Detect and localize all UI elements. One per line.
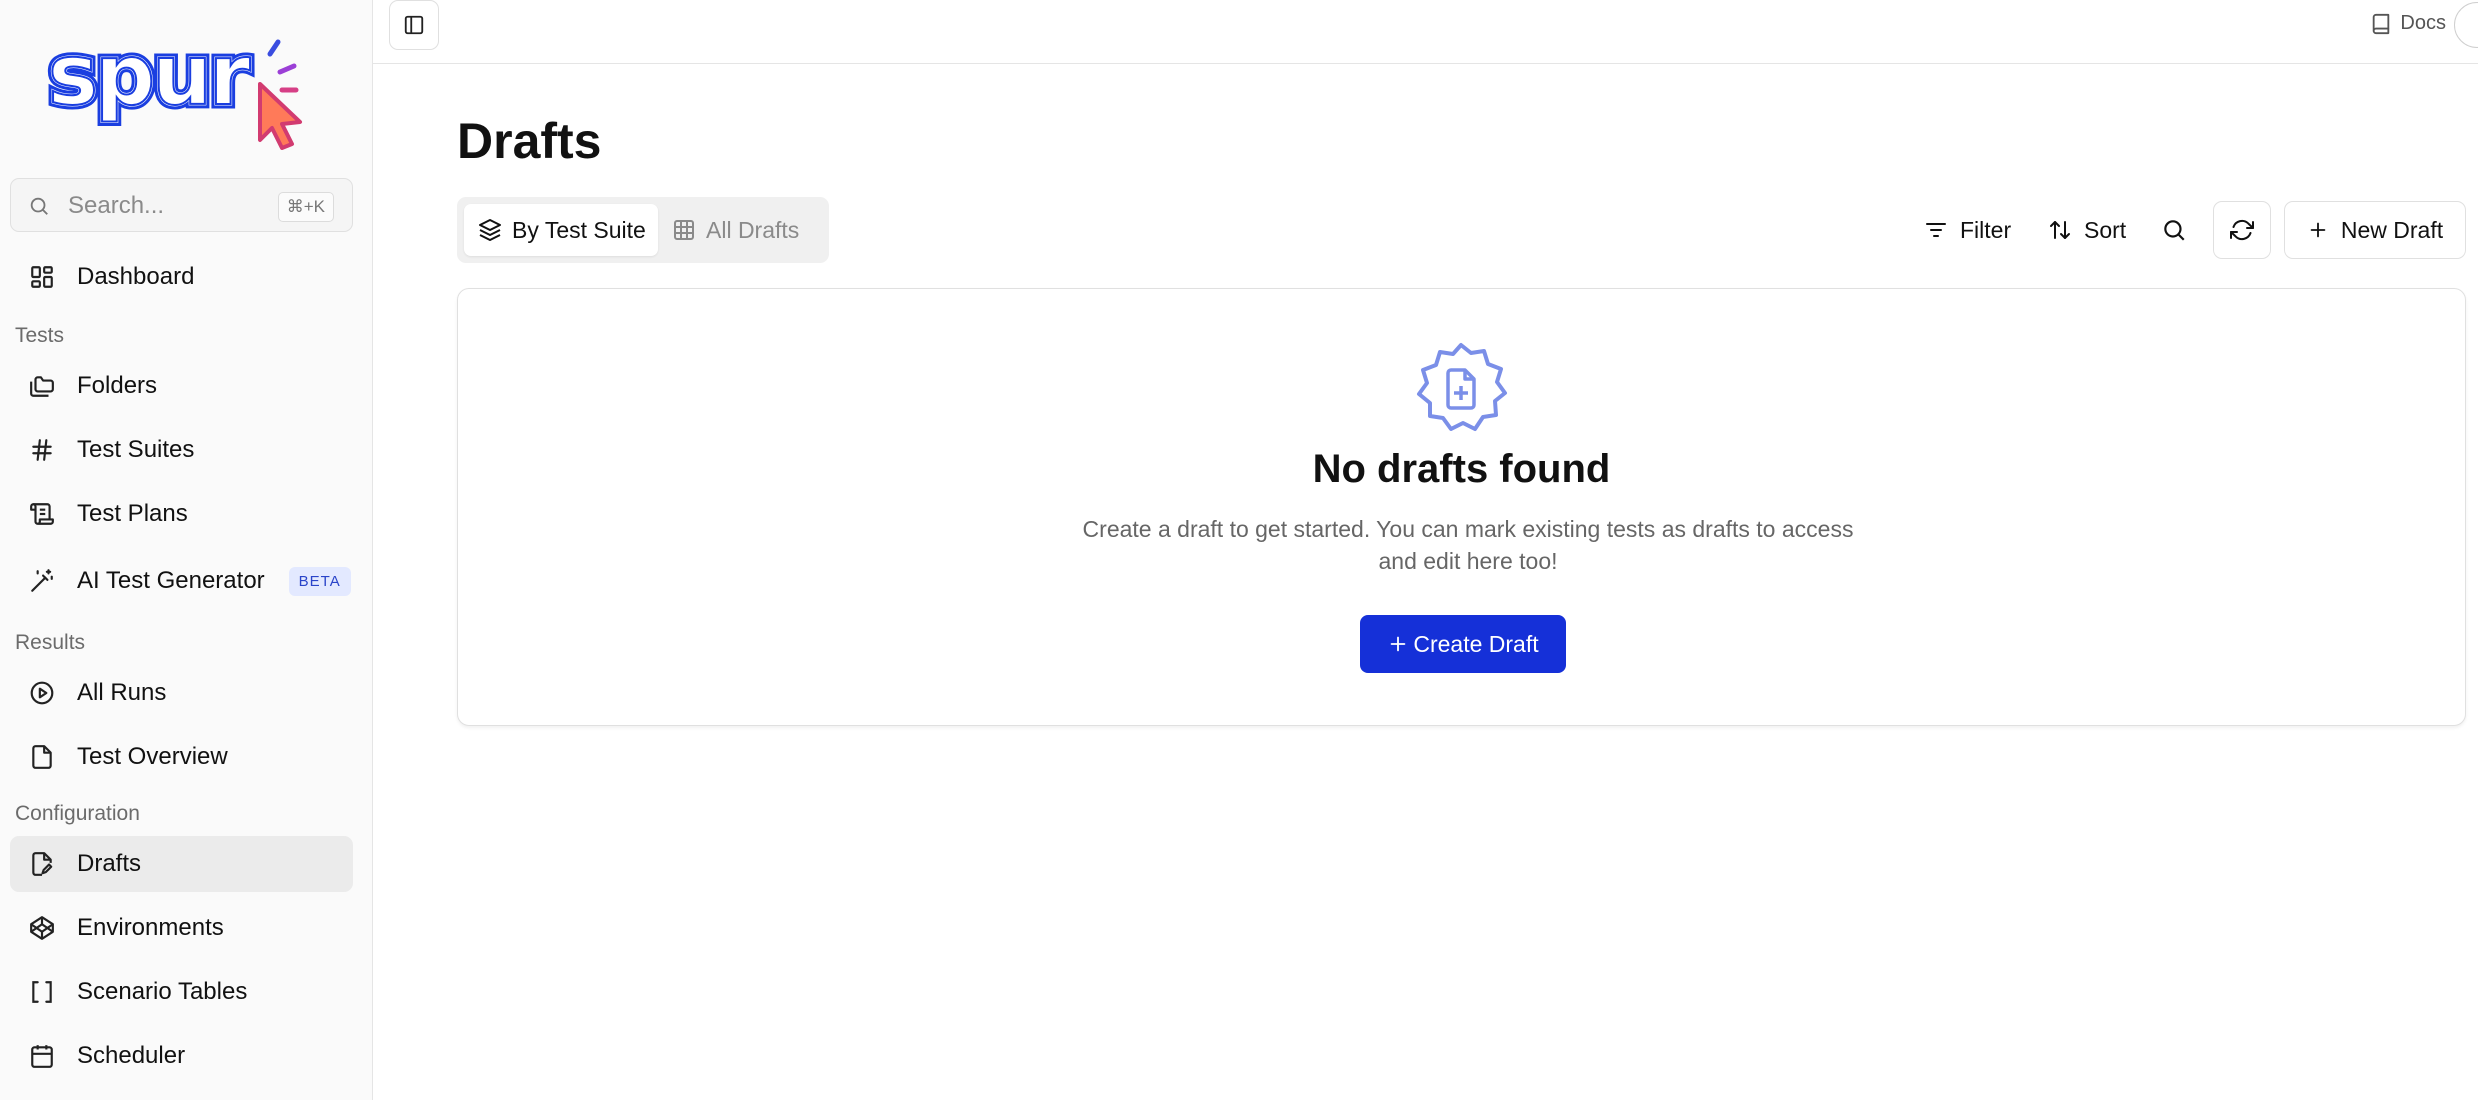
hash-icon xyxy=(29,437,55,463)
sidebar-item-ai-test-generator[interactable]: AI Test Generator BETA xyxy=(10,553,353,609)
search-icon xyxy=(28,195,50,217)
play-circle-icon xyxy=(29,680,55,706)
refresh-button[interactable] xyxy=(2213,201,2271,259)
brackets-icon xyxy=(29,979,55,1005)
sidebar-item-all-runs[interactable]: All Runs xyxy=(10,665,353,721)
sidebar-item-label: Test Suites xyxy=(77,436,195,463)
sidebar-item-label: All Runs xyxy=(77,679,167,706)
section-heading-configuration: Configuration xyxy=(15,802,140,825)
new-draft-label: New Draft xyxy=(2340,216,2444,243)
sidebar-item-test-plans[interactable]: Test Plans xyxy=(10,486,353,542)
tab-all-drafts[interactable]: All Drafts xyxy=(672,204,822,256)
sidebar-item-label: AI Test Generator xyxy=(77,567,265,594)
create-draft-label: Create Draft xyxy=(1413,630,1539,657)
tab-label: By Test Suite xyxy=(512,216,646,243)
scroll-icon xyxy=(29,501,55,527)
section-heading-tests: Tests xyxy=(15,324,65,347)
filter-button[interactable]: Filter xyxy=(1924,205,2011,255)
search-bar[interactable]: Search... ⌘+K xyxy=(10,178,353,232)
sort-button[interactable]: Sort xyxy=(2048,205,2126,255)
book-icon xyxy=(2370,13,2400,35)
empty-state-card: No drafts found Create a draft to get st… xyxy=(457,288,2466,726)
sidebar-item-scheduler[interactable]: Scheduler xyxy=(10,1028,353,1084)
sidebar-item-label: Drafts xyxy=(77,850,142,877)
empty-state-description: Create a draft to get started. You can m… xyxy=(1082,516,1854,574)
sidebar-item-scenario-tables[interactable]: Scenario Tables xyxy=(10,964,353,1020)
folders-icon xyxy=(29,373,55,399)
top-bar: Docs xyxy=(373,0,2478,64)
page-title: Drafts xyxy=(457,113,602,169)
layers-icon xyxy=(478,218,512,242)
view-toggle: By Test Suite All Drafts xyxy=(457,197,829,263)
sidebar-item-label: Folders xyxy=(77,372,158,399)
filter-label: Filter xyxy=(1960,216,2012,243)
codepen-icon xyxy=(29,915,55,941)
search-icon xyxy=(2161,217,2199,243)
calendar-icon xyxy=(29,1043,55,1069)
svg-text:spur: spur xyxy=(48,32,251,124)
sidebar-item-label: Test Plans xyxy=(77,500,188,527)
tab-label: All Drafts xyxy=(706,216,800,243)
sort-label: Sort xyxy=(2084,216,2127,243)
toggle-sidebar-button[interactable] xyxy=(389,0,439,50)
magic-wand-icon xyxy=(29,568,55,594)
empty-state-title: No drafts found xyxy=(1312,447,1611,491)
sidebar-item-label: Scheduler xyxy=(77,1042,186,1069)
file-icon xyxy=(29,744,55,770)
sidebar-item-label: Test Overview xyxy=(77,743,228,770)
spur-logo[interactable]: spur spur spur xyxy=(42,32,312,152)
file-pen-icon xyxy=(29,851,55,877)
filter-icon xyxy=(1924,218,1960,242)
search-shortcut-badge: ⌘+K xyxy=(277,192,334,222)
sidebar-item-dashboard[interactable]: Dashboard xyxy=(10,249,353,305)
beta-badge: BETA xyxy=(288,566,351,596)
file-plus-badge-icon xyxy=(1413,341,1509,437)
avatar[interactable] xyxy=(2454,2,2478,48)
dashboard-grid-icon xyxy=(29,264,55,290)
docs-link[interactable]: Docs xyxy=(2370,12,2446,35)
sidebar-item-label: Scenario Tables xyxy=(77,978,248,1005)
sidebar-item-test-overview[interactable]: Test Overview xyxy=(10,729,353,785)
docs-label: Docs xyxy=(2400,12,2446,34)
sort-arrows-icon xyxy=(2048,218,2084,242)
tab-by-test-suite[interactable]: By Test Suite xyxy=(464,204,658,256)
create-draft-button[interactable]: Create Draft xyxy=(1360,615,1566,673)
search-drafts-button[interactable] xyxy=(2161,205,2199,255)
plus-icon xyxy=(1387,633,1413,655)
search-placeholder[interactable]: Search... xyxy=(68,192,164,220)
sidebar-item-folders[interactable]: Folders xyxy=(10,358,353,414)
section-heading-results: Results xyxy=(15,631,86,654)
sidebar-toggle-icon xyxy=(403,14,425,36)
sidebar: spur spur spur Search... ⌘+K Dashboard T… xyxy=(0,0,373,1100)
sidebar-item-label: Dashboard xyxy=(77,263,195,290)
sidebar-item-environments[interactable]: Environments xyxy=(10,900,353,956)
sidebar-item-drafts[interactable]: Drafts xyxy=(10,836,353,892)
sidebar-item-label: Environments xyxy=(77,914,224,941)
sidebar-item-test-suites[interactable]: Test Suites xyxy=(10,422,353,478)
new-draft-button[interactable]: New Draft xyxy=(2284,201,2466,259)
refresh-icon xyxy=(2230,218,2254,242)
table-icon xyxy=(672,218,706,242)
plus-icon xyxy=(2307,219,2341,241)
